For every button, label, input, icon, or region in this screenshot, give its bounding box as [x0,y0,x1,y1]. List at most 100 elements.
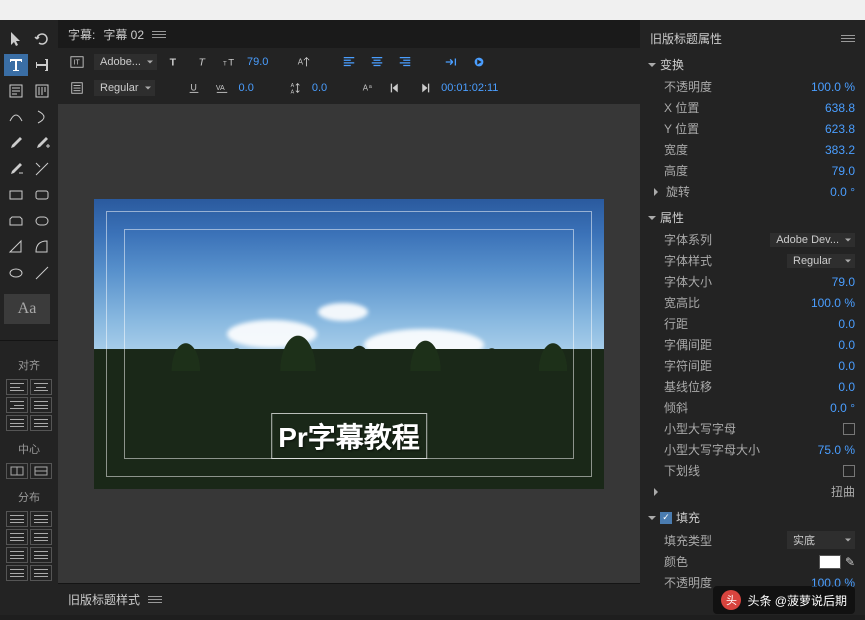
video-preview: Pr字幕教程 [94,199,604,489]
vertical-path-type-tool[interactable] [30,106,54,128]
template-icon[interactable]: IT [66,52,88,72]
align-right-icon[interactable] [394,52,416,72]
center-vertical[interactable] [30,463,52,479]
roll-icon[interactable] [66,78,88,98]
rounded-rect2-tool[interactable] [30,210,54,232]
leading-value[interactable]: 0.0 [312,82,327,94]
wedge-tool[interactable] [4,236,28,258]
distribute-8[interactable] [30,565,52,581]
baseline-shift-value[interactable]: 0.0 [838,380,855,394]
path-type-tool[interactable] [4,106,28,128]
xpos-value[interactable]: 638.8 [825,101,855,115]
underline-checkbox[interactable] [843,465,855,477]
styles-panel-menu-icon[interactable] [148,596,162,603]
align-hcenter[interactable] [30,379,52,395]
ellipse-tool[interactable] [4,262,28,284]
ypos-value[interactable]: 623.8 [825,122,855,136]
watermark-icon: 头 [721,590,741,610]
eyedropper-icon[interactable]: ✎ [845,555,855,569]
font-size-value[interactable]: 79.0 [247,56,268,68]
distribute-7[interactable] [6,565,28,581]
selection-tool[interactable] [4,28,28,50]
smallcaps-checkbox[interactable] [843,423,855,435]
panel-title-row: 字幕: 字幕 02 [58,20,640,48]
watermark: 头 头条 @菠萝说后期 [713,586,855,614]
distribute-6[interactable] [30,547,52,563]
smallcaps-size-value[interactable]: 75.0 % [818,443,855,457]
underline-icon[interactable]: U [183,78,205,98]
add-anchor-tool[interactable] [30,132,54,154]
distribute-4[interactable] [30,529,52,545]
align-center-icon[interactable] [366,52,388,72]
fill-type-dropdown[interactable]: 实底 [787,531,855,549]
height-value[interactable]: 79.0 [832,164,855,178]
rectangle-tool[interactable] [4,184,28,206]
styles-panel-label: 旧版标题样式 [68,591,140,608]
font-style-dropdown[interactable]: Regular [94,80,155,96]
kerning-icon[interactable]: A [292,52,314,72]
distribute-2[interactable] [30,511,52,527]
arc-tool[interactable] [30,236,54,258]
distribute-5[interactable] [6,547,28,563]
props-menu-icon[interactable] [841,35,855,42]
delete-anchor-tool[interactable] [4,158,28,180]
prop-font-size-value[interactable]: 79.0 [832,275,855,289]
title-name: 字幕 02 [103,26,144,43]
align-right[interactable] [6,397,28,413]
align-top[interactable] [30,397,52,413]
aspect-value[interactable]: 100.0 % [811,296,855,310]
panel-menu-icon[interactable] [152,31,166,38]
svg-text:U: U [190,83,196,93]
pair-kern-value[interactable]: 0.0 [838,338,855,352]
prev-frame-icon[interactable] [385,78,407,98]
bold-icon[interactable]: T [163,52,185,72]
prop-leading-value[interactable]: 0.0 [838,317,855,331]
next-frame-icon[interactable] [413,78,435,98]
rotation-value[interactable]: 0.0 ° [830,185,855,199]
distribute-1[interactable] [6,511,28,527]
tab-icon[interactable] [440,52,462,72]
vertical-area-type-tool[interactable] [30,80,54,102]
slant-value[interactable]: 0.0 ° [830,401,855,415]
vertical-type-tool[interactable] [30,54,54,76]
leading-icon[interactable]: AA [284,78,306,98]
line-tool[interactable] [30,262,54,284]
rotation-tool[interactable] [30,28,54,50]
align-vcenter[interactable] [6,415,28,431]
attributes-group-header[interactable]: 属性 [640,206,865,229]
clipped-rect-tool[interactable] [4,210,28,232]
italic-icon[interactable]: T [191,52,213,72]
pen-tool[interactable] [4,132,28,154]
transform-group-header[interactable]: 变换 [640,53,865,76]
xpos-label: X 位置 [664,99,699,116]
props-panel-title: 旧版标题属性 [650,30,722,47]
width-value[interactable]: 383.2 [825,143,855,157]
fill-enable-checkbox[interactable]: ✓ [660,512,672,524]
baseline-icon[interactable]: Aa [357,78,379,98]
fill-group-header[interactable]: ✓ 填充 [640,506,865,529]
fill-color-swatch[interactable] [819,555,841,569]
timecode[interactable]: 00:01:02:11 [441,82,498,94]
svg-text:T: T [223,61,227,68]
show-video-icon[interactable] [468,52,490,72]
align-left[interactable] [6,379,28,395]
char-tracking-value[interactable]: 0.0 [838,359,855,373]
area-type-tool[interactable] [4,80,28,102]
opacity-value[interactable]: 100.0 % [811,80,855,94]
type-tool[interactable] [4,54,28,76]
svg-text:A: A [290,89,294,95]
center-horizontal[interactable] [6,463,28,479]
align-bottom[interactable] [30,415,52,431]
tracking-icon[interactable]: VA [211,78,233,98]
prop-font-family-dropdown[interactable]: Adobe Dev... [770,233,855,247]
title-text-object[interactable]: Pr字幕教程 [271,413,427,459]
canvas-area[interactable]: Pr字幕教程 [58,104,640,583]
convert-anchor-tool[interactable] [30,158,54,180]
rounded-rect-tool[interactable] [30,184,54,206]
tracking-value[interactable]: 0.0 [239,82,254,94]
font-family-dropdown[interactable]: Adobe... [94,54,157,70]
font-size-icon[interactable]: TT [219,52,241,72]
prop-font-style-dropdown[interactable]: Regular [787,254,855,268]
align-left-icon[interactable] [338,52,360,72]
distribute-3[interactable] [6,529,28,545]
